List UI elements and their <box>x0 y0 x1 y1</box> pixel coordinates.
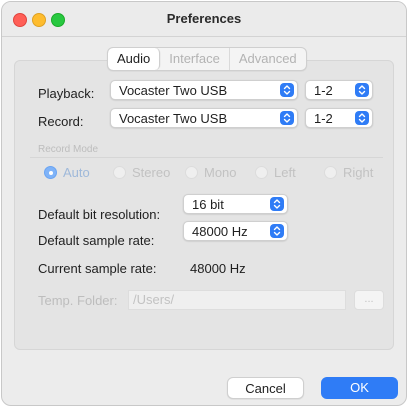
record-label: Record: <box>38 114 84 129</box>
tab-advanced[interactable]: Advanced <box>228 48 306 70</box>
chevron-updown-icon <box>280 83 294 97</box>
playback-channels-select[interactable]: 1-2 <box>305 80 373 100</box>
temp-folder-field[interactable]: /Users/ <box>128 290 346 310</box>
radio-selected-icon <box>44 166 57 179</box>
sample-rate-select[interactable]: 48000 Hz <box>183 221 288 241</box>
sample-rate-value: 48000 Hz <box>192 224 248 239</box>
chevron-updown-icon <box>270 224 284 238</box>
playback-device-select[interactable]: Vocaster Two USB <box>110 80 298 100</box>
bit-resolution-value: 16 bit <box>192 197 224 212</box>
radio-label: Left <box>274 165 296 180</box>
cancel-button[interactable]: Cancel <box>227 377 304 399</box>
radio-icon <box>113 166 126 179</box>
chevron-updown-icon <box>280 111 294 125</box>
record-mode-right-radio[interactable]: Right <box>324 165 373 180</box>
current-rate-label: Current sample rate: <box>38 261 157 276</box>
radio-icon <box>324 166 337 179</box>
sample-rate-label: Default sample rate: <box>38 233 155 248</box>
record-mode-auto-radio[interactable]: Auto <box>44 165 90 180</box>
radio-icon <box>185 166 198 179</box>
record-channels-value: 1-2 <box>314 111 333 126</box>
radio-label: Auto <box>63 165 90 180</box>
bit-resolution-select[interactable]: 16 bit <box>183 194 288 214</box>
radio-label: Stereo <box>132 165 171 180</box>
current-rate-value: 48000 Hz <box>190 261 246 276</box>
chevron-updown-icon <box>355 111 369 125</box>
chevron-updown-icon <box>355 83 369 97</box>
temp-folder-value: /Users/ <box>133 292 175 307</box>
radio-icon <box>255 166 268 179</box>
browse-folder-button[interactable]: ... <box>354 290 384 310</box>
temp-folder-label: Temp. Folder: <box>38 293 118 308</box>
record-device-select[interactable]: Vocaster Two USB <box>110 108 298 128</box>
record-mode-mono-radio[interactable]: Mono <box>185 165 237 180</box>
bit-resolution-label: Default bit resolution: <box>38 207 161 222</box>
record-mode-label: Record Mode <box>38 144 99 155</box>
tab-bar: Audio Interface Advanced <box>107 47 307 71</box>
record-mode-left-radio[interactable]: Left <box>255 165 296 180</box>
chevron-updown-icon <box>270 197 284 211</box>
playback-channels-value: 1-2 <box>314 83 333 98</box>
tab-audio[interactable]: Audio <box>108 48 161 70</box>
radio-label: Mono <box>204 165 237 180</box>
radio-label: Right <box>343 165 374 180</box>
record-channels-select[interactable]: 1-2 <box>305 108 373 128</box>
tab-interface[interactable]: Interface <box>160 48 229 70</box>
title-bar[interactable]: Preferences <box>2 2 406 37</box>
record-device-value: Vocaster Two USB <box>119 111 228 126</box>
record-mode-stereo-radio[interactable]: Stereo <box>113 165 170 180</box>
ok-button[interactable]: OK <box>321 377 398 399</box>
playback-device-value: Vocaster Two USB <box>119 83 228 98</box>
window-title: Preferences <box>166 11 242 26</box>
playback-label: Playback: <box>38 86 95 101</box>
